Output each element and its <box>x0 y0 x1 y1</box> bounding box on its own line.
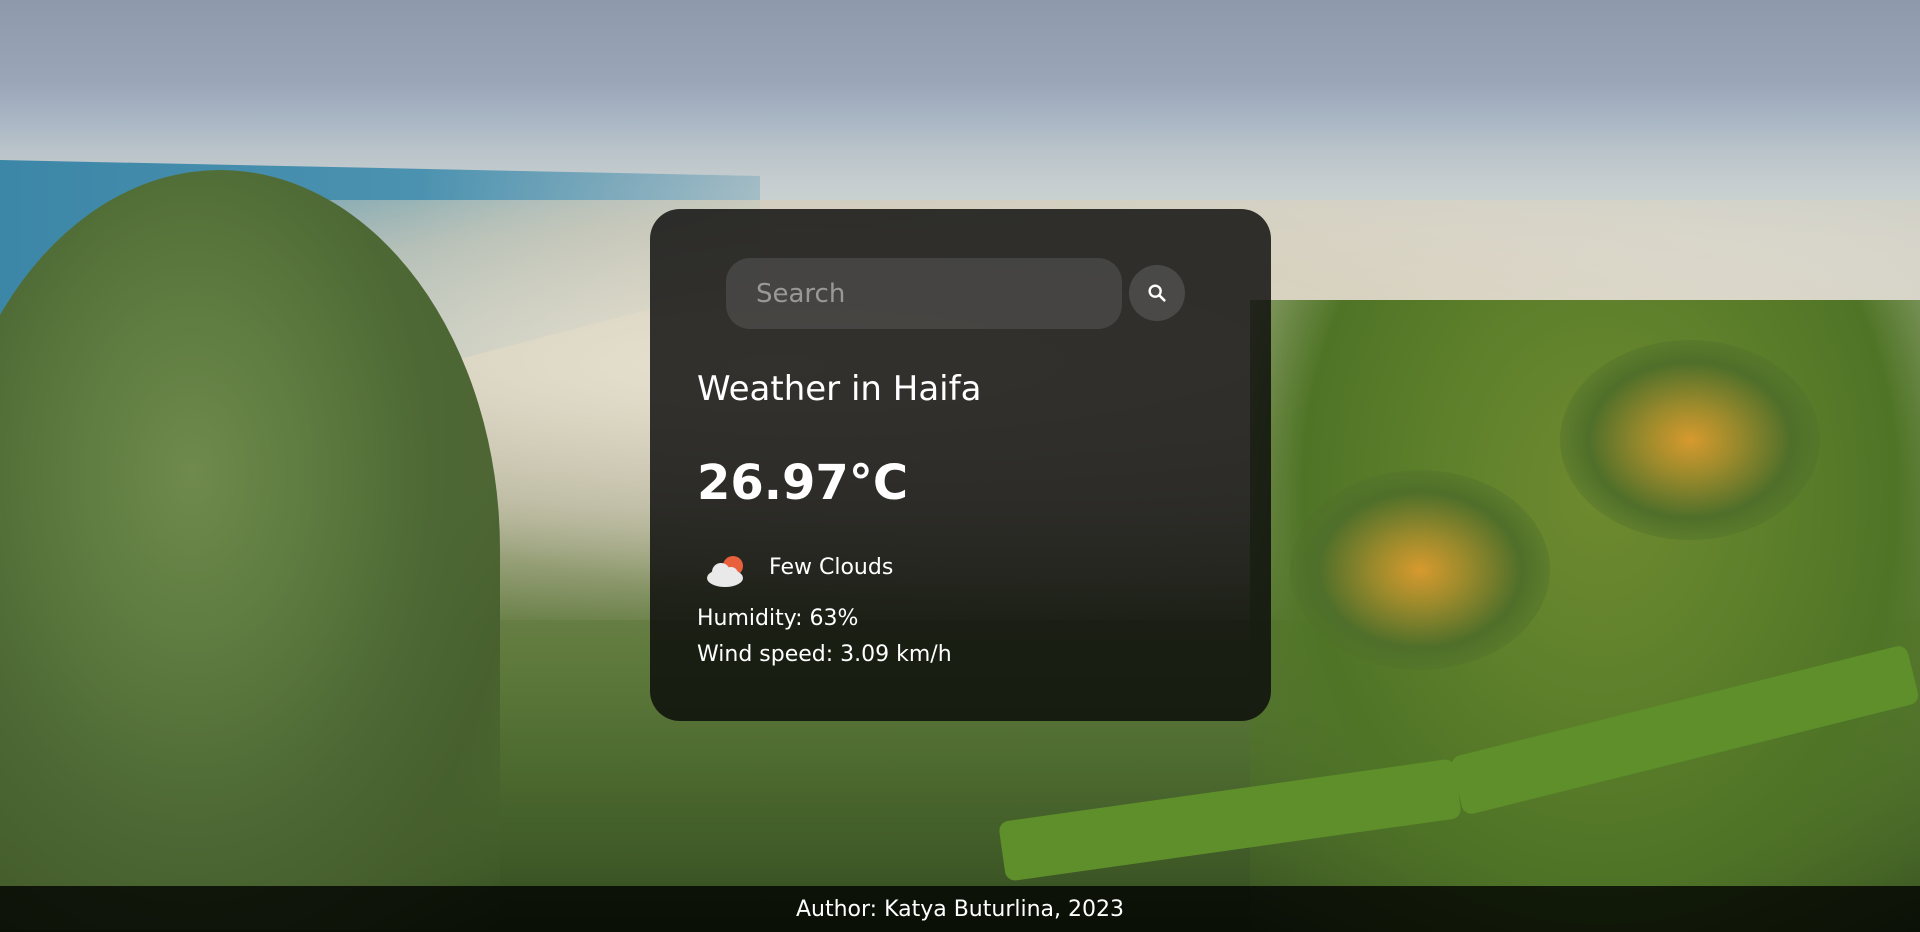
few-clouds-icon <box>707 556 743 587</box>
search-button[interactable] <box>1129 265 1185 321</box>
weather-description: Few Clouds <box>769 555 894 580</box>
wind-speed: Wind speed: 3.09 km/h <box>697 642 952 667</box>
city-title: Weather in Haifa <box>697 369 982 409</box>
search-input[interactable] <box>726 258 1122 329</box>
footer: Author: Katya Buturlina, 2023 <box>0 886 1920 932</box>
search-icon <box>1148 284 1166 302</box>
palm-tree <box>1290 470 1550 670</box>
author-credit: Author: Katya Buturlina, 2023 <box>795 896 1124 922</box>
temperature: 26.97°C <box>697 455 909 511</box>
humidity: Humidity: 63% <box>697 606 859 631</box>
palm-tree <box>1560 340 1820 540</box>
search-bar <box>726 258 1122 329</box>
weather-card: Weather in Haifa 26.97°C Few Clouds Humi… <box>650 209 1271 721</box>
